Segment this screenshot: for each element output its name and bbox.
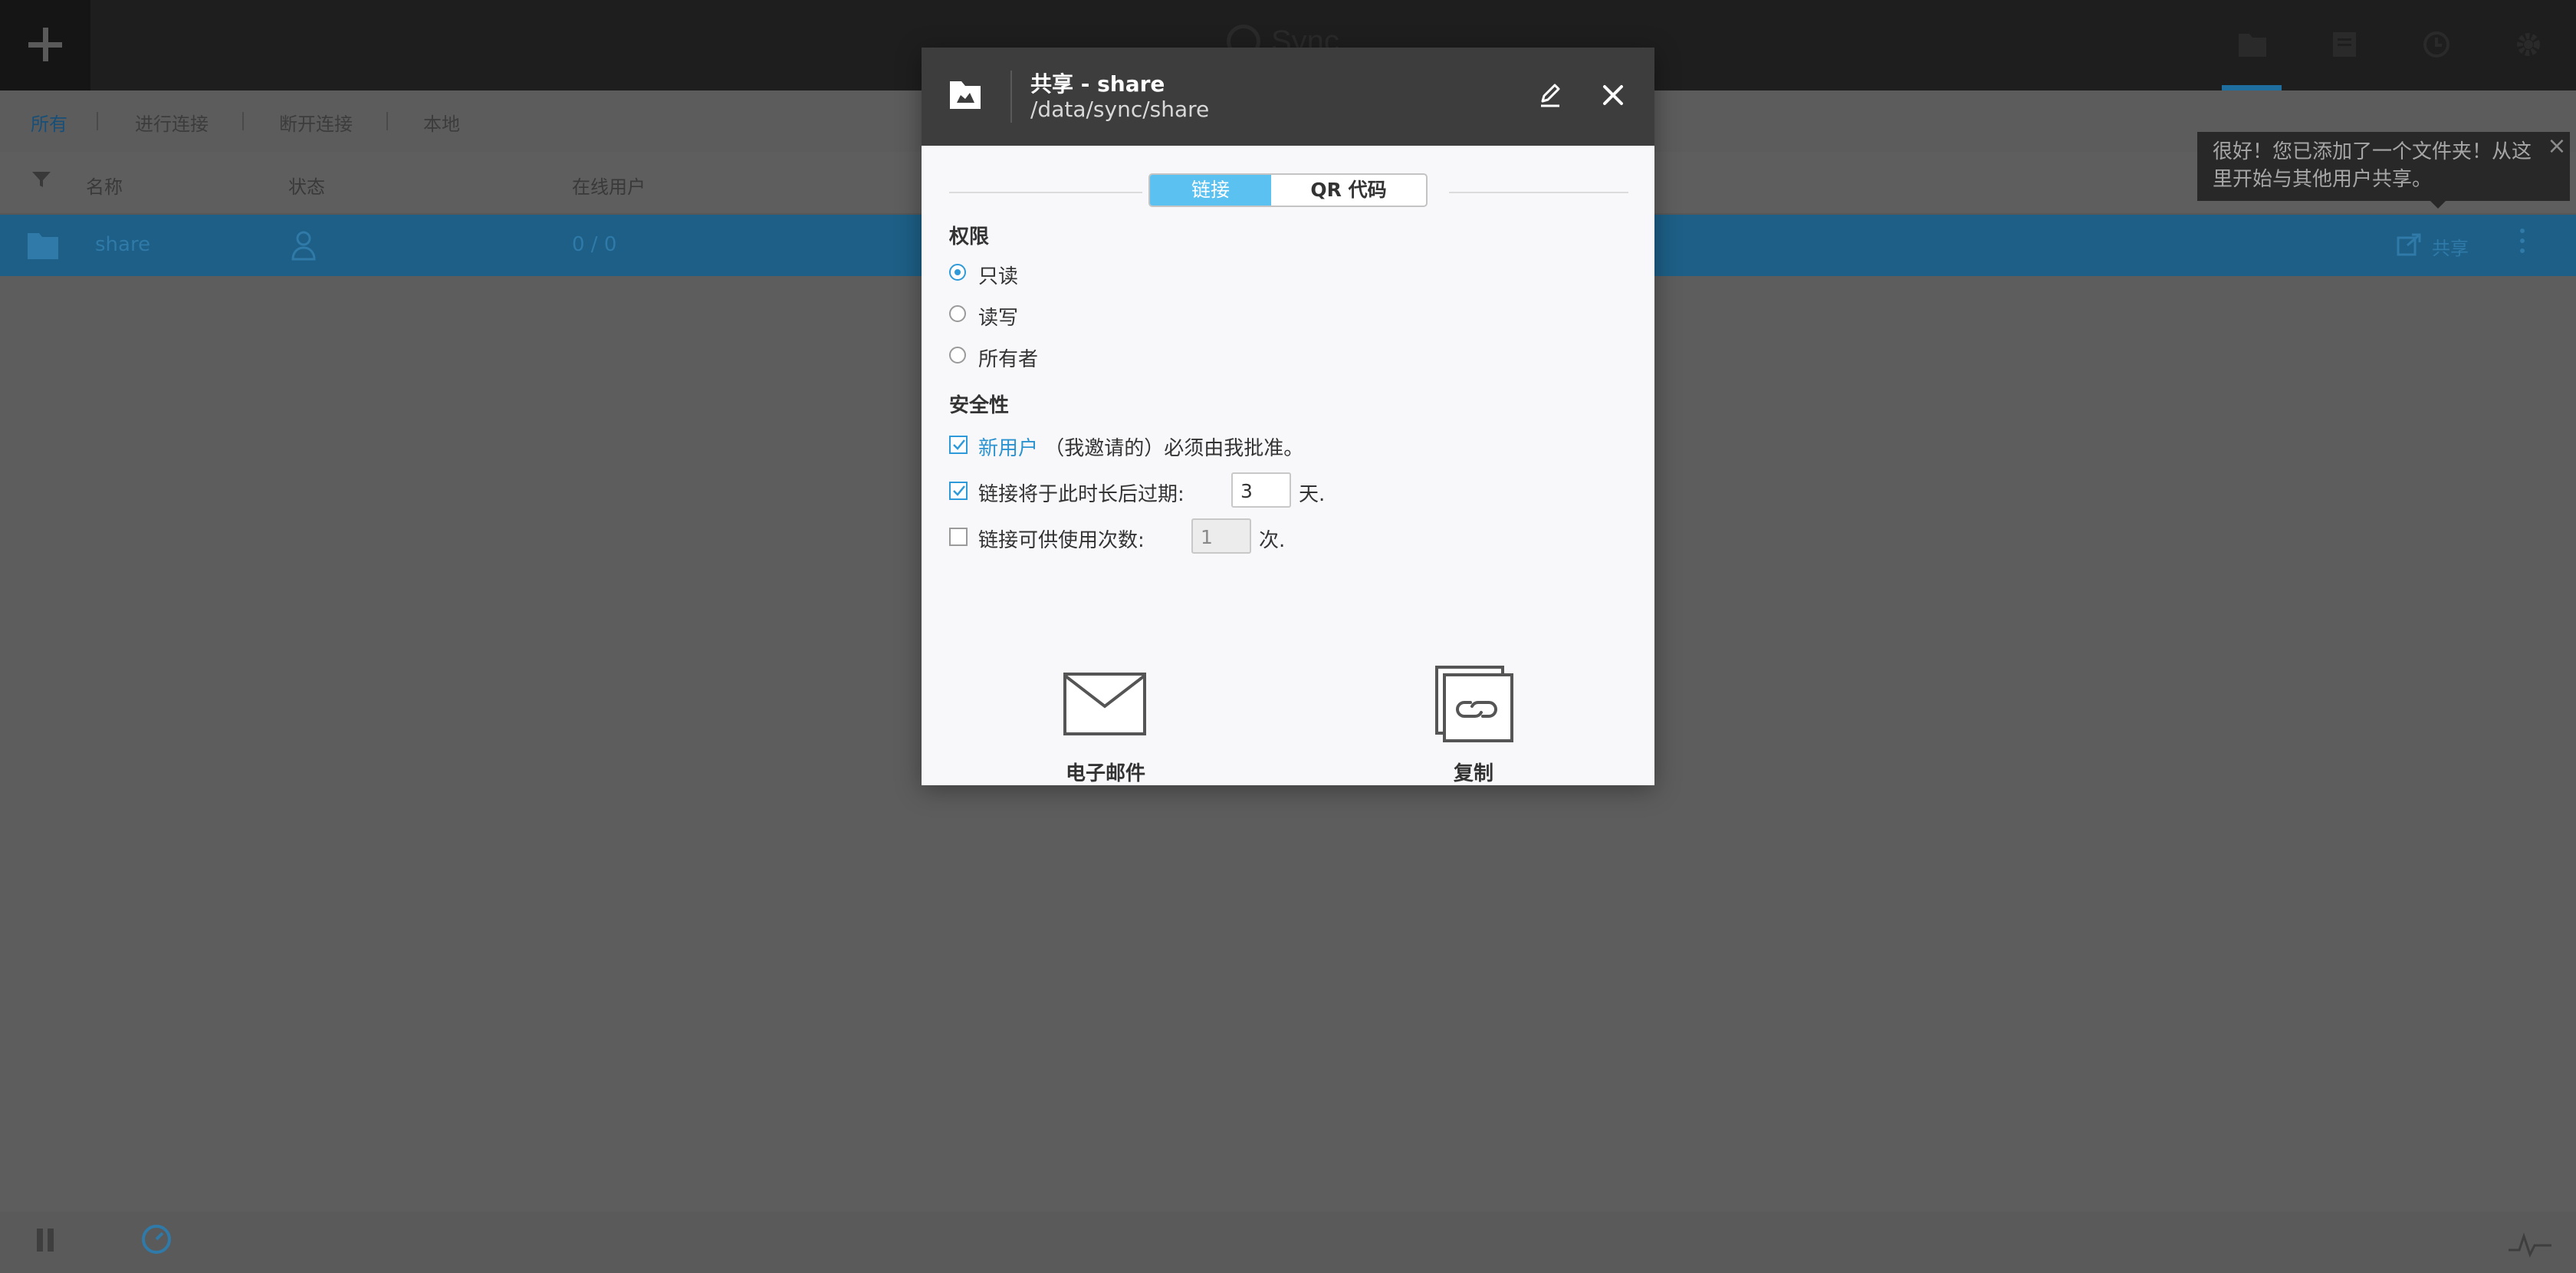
uses-unit: 次.	[1259, 529, 1286, 552]
tooltip-arrow	[2430, 201, 2446, 209]
folder-icon	[2239, 34, 2266, 57]
tab-history[interactable]	[2390, 0, 2481, 90]
tab-folders[interactable]	[2206, 0, 2297, 90]
bottom-bar	[0, 1212, 2576, 1273]
envelope-icon	[1063, 673, 1146, 735]
email-label: 电子邮件	[1065, 762, 1145, 785]
filter-disconnected[interactable]: 断开连接	[279, 109, 353, 136]
folder-name: share	[95, 233, 151, 256]
filter-all[interactable]: 所有	[31, 109, 67, 136]
welcome-tooltip: 很好！您已添加了一个文件夹！从这里开始与其他用户共享。	[2197, 132, 2570, 201]
expiry-unit: 天.	[1299, 483, 1326, 506]
divider	[949, 192, 1142, 193]
shared-folder-icon	[950, 81, 981, 109]
security-heading: 安全性	[949, 394, 1010, 417]
close-icon[interactable]	[1598, 80, 1628, 110]
divider	[386, 112, 388, 130]
copy-link-icon	[1435, 666, 1513, 742]
divider	[242, 112, 244, 130]
dialog-header: 共享 - share /data/sync/share	[922, 48, 1654, 146]
expiry-label: 链接将于此时长后过期:	[978, 483, 1184, 506]
checkbox[interactable]	[949, 528, 968, 546]
more-menu-icon[interactable]	[2519, 229, 2525, 262]
filter-local[interactable]: 本地	[423, 109, 460, 136]
divider	[1010, 71, 1012, 123]
radio-button[interactable]	[949, 347, 966, 363]
filter-icon[interactable]	[31, 169, 52, 190]
filter-connected[interactable]: 进行连接	[135, 109, 209, 136]
activity-graph-icon[interactable]	[2507, 1227, 2553, 1258]
approve-text: （我邀请的）必须由我批准。	[1044, 437, 1304, 460]
share-mode-tabs: 链接 QR 代码	[1148, 173, 1428, 207]
permissions-heading: 权限	[949, 225, 990, 248]
dialog-title: 共享 - share	[1030, 71, 1165, 97]
expiry-days-input[interactable]: 3	[1231, 472, 1291, 508]
peers-count: 0 / 0	[572, 233, 617, 256]
check-icon	[953, 485, 965, 496]
tooltip-text: 很好！您已添加了一个文件夹！从这里开始与其他用户共享。	[2213, 140, 2532, 191]
email-button[interactable]: 电子邮件	[1029, 620, 1182, 796]
tab-link[interactable]: 链接	[1150, 175, 1271, 206]
column-peers[interactable]: 在线用户	[572, 172, 646, 199]
share-icon	[2397, 233, 2421, 256]
tab-qr-code[interactable]: QR 代码	[1271, 175, 1426, 206]
uses-count-input[interactable]: 1	[1191, 518, 1251, 554]
uses-label: 链接可供使用次数:	[978, 529, 1145, 552]
pause-icon[interactable]	[37, 1229, 55, 1252]
notes-icon	[2333, 32, 2356, 57]
radio-button[interactable]	[949, 305, 966, 322]
gear-icon	[2517, 33, 2540, 56]
folder-icon	[28, 233, 58, 259]
check-icon	[953, 439, 965, 450]
add-folder-button[interactable]	[0, 0, 90, 90]
checkbox[interactable]	[949, 436, 968, 454]
tab-notes[interactable]	[2298, 0, 2389, 90]
user-icon	[291, 231, 316, 261]
checkbox[interactable]	[949, 482, 968, 500]
tab-settings[interactable]	[2482, 0, 2573, 90]
share-dialog: 共享 - share /data/sync/share 链接 QR 代码 权限 …	[922, 48, 1654, 785]
copy-label: 复制	[1453, 762, 1493, 785]
new-user-link[interactable]: 新用户	[978, 437, 1038, 460]
divider	[1449, 192, 1628, 193]
radio-button[interactable]	[949, 264, 966, 281]
speed-gauge-icon	[142, 1225, 171, 1254]
copy-link-button[interactable]: 复制	[1397, 620, 1550, 796]
share-button[interactable]: 共享	[2397, 230, 2481, 261]
column-name[interactable]: 名称	[86, 172, 123, 199]
folder-path: /data/sync/share	[1030, 97, 1210, 122]
edit-icon[interactable]	[1535, 80, 1566, 110]
column-status[interactable]: 状态	[288, 172, 325, 199]
clock-icon	[2423, 31, 2450, 58]
tooltip-close-icon[interactable]: ×	[2545, 135, 2568, 158]
divider	[97, 112, 98, 130]
